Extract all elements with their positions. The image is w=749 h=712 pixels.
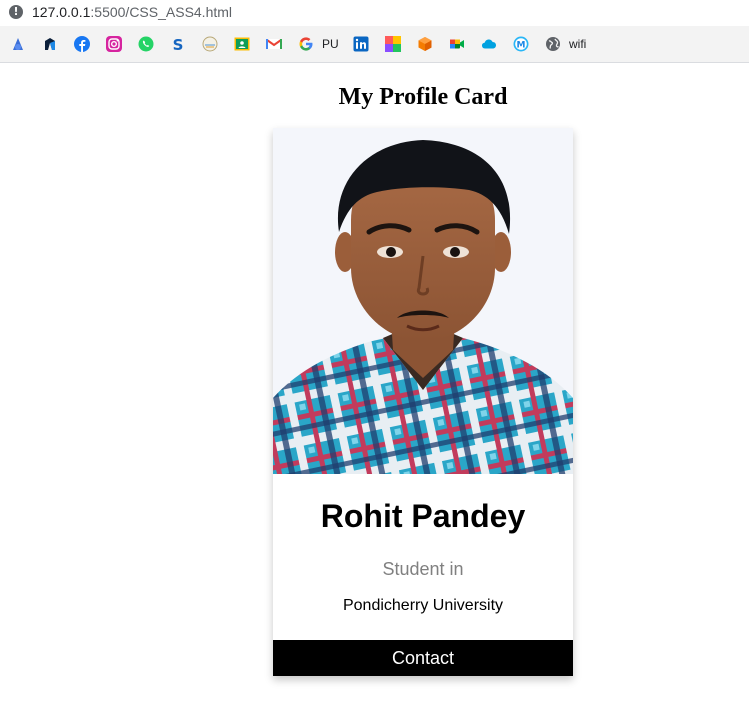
s-letter-icon[interactable]: S	[170, 36, 186, 52]
contact-button[interactable]: Contact	[273, 640, 573, 676]
globe-icon[interactable]	[545, 36, 561, 52]
whatsapp-icon[interactable]	[138, 36, 154, 52]
facebook-icon[interactable]	[74, 36, 90, 52]
browser-logo-icon[interactable]	[10, 36, 26, 52]
page-title: My Profile Card	[338, 84, 508, 110]
url-path: :5500/CSS_ASS4.html	[90, 4, 233, 20]
profile-university: Pondicherry University	[342, 597, 504, 614]
m-circle-icon[interactable]: M	[513, 36, 529, 52]
profile-card: Rohit Pandey Student in Pondicherry Univ…	[273, 128, 573, 676]
classroom-icon[interactable]	[234, 36, 250, 52]
emblem-icon[interactable]	[202, 36, 218, 52]
profile-title: Student in	[382, 559, 464, 579]
address-bar[interactable]: ! 127.0.0.1:5500/CSS_ASS4.html	[0, 0, 749, 26]
bookmark-wifi-label[interactable]: wifi	[569, 36, 586, 52]
bookmarks-bar: S PU M wifi	[0, 26, 749, 63]
instagram-icon[interactable]	[106, 36, 122, 52]
bookmark-pu-label[interactable]: PU	[322, 36, 339, 52]
profile-name: Rohit Pandey	[320, 498, 526, 534]
gmail-icon[interactable]	[266, 36, 282, 52]
url-text[interactable]: 127.0.0.1:5500/CSS_ASS4.html	[32, 4, 232, 20]
cloud-icon[interactable]	[481, 36, 497, 52]
sharp-icon[interactable]	[42, 36, 58, 52]
meet-icon[interactable]	[449, 36, 465, 52]
svg-text:M: M	[517, 41, 526, 51]
google-icon[interactable]	[298, 36, 314, 52]
colorful-grid-icon[interactable]	[385, 36, 401, 52]
svg-text:S: S	[173, 36, 184, 52]
linkedin-icon[interactable]	[353, 36, 369, 52]
cube-icon[interactable]	[417, 36, 433, 52]
url-host: 127.0.0.1	[32, 4, 91, 20]
profile-photo	[273, 128, 573, 474]
site-info-icon[interactable]: !	[9, 5, 23, 19]
